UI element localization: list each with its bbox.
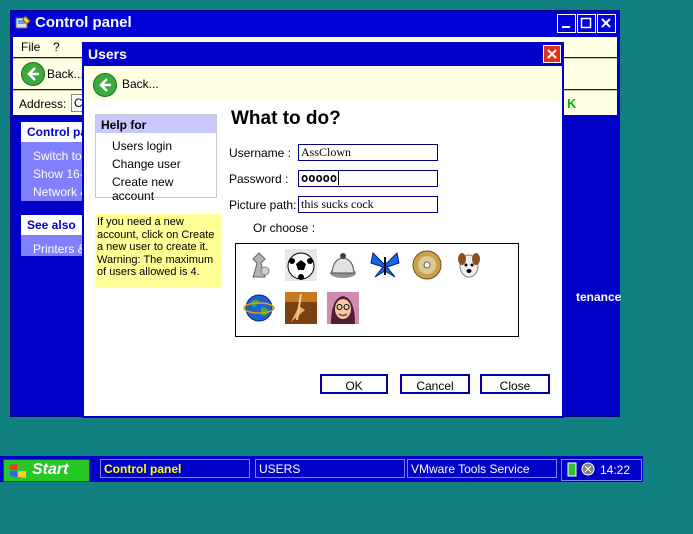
taskbar-item-control-panel[interactable]: Control panel	[100, 459, 250, 478]
help-title: Help for	[96, 115, 216, 133]
users-dialog: Users Back... Help for Users login Chang…	[82, 42, 564, 418]
picture-path-input[interactable]: this sucks cock	[298, 196, 438, 213]
taskbar: Start Control panel USERS VMware Tools S…	[0, 456, 643, 482]
maintenance-label[interactable]: tenance	[576, 290, 621, 304]
password-value: ooooo	[301, 171, 338, 185]
address-go-text[interactable]: K	[567, 96, 576, 111]
guitar-icon[interactable]	[285, 292, 317, 324]
close-icon	[601, 18, 611, 28]
maximize-button[interactable]	[577, 14, 596, 33]
users-back-button[interactable]: Back...	[122, 77, 159, 91]
woman-icon[interactable]	[327, 292, 359, 324]
change-user-link[interactable]: Change user	[112, 157, 181, 171]
menu-file[interactable]: File	[21, 40, 40, 54]
taskbar-item-users[interactable]: USERS	[255, 459, 405, 478]
taskbar-item-vmware[interactable]: VMware Tools Service	[407, 459, 557, 478]
soccer-ball-icon[interactable]	[285, 249, 317, 281]
back-button[interactable]: Back...	[47, 67, 84, 81]
users-close-button[interactable]	[543, 45, 561, 63]
create-account-link[interactable]: Create new account	[112, 175, 216, 203]
password-label: Password :	[229, 172, 289, 186]
globe-icon[interactable]	[243, 292, 275, 324]
butterfly-icon[interactable]	[369, 249, 401, 281]
bell-icon[interactable]	[327, 249, 359, 281]
battery-icon[interactable]	[567, 462, 577, 477]
back-arrow-icon[interactable]	[93, 73, 117, 97]
start-label: Start	[32, 461, 69, 478]
menu-help[interactable]: ?	[53, 40, 60, 54]
picture-chooser	[235, 243, 519, 337]
clock[interactable]: 14:22	[600, 463, 630, 477]
help-box: Help for Users login Change user Create …	[95, 114, 217, 203]
vmware-tools-icon[interactable]	[581, 462, 595, 476]
or-choose-label: Or choose :	[253, 221, 316, 235]
users-back-bar: Back...	[84, 66, 562, 102]
users-dialog-body: Back... Help for Users login Change user…	[84, 66, 562, 416]
cancel-button[interactable]: Cancel	[400, 374, 470, 394]
maximize-icon	[580, 17, 592, 29]
picture-path-label: Picture path:	[229, 198, 297, 212]
username-label: Username :	[229, 146, 292, 160]
minimize-button[interactable]	[557, 14, 576, 33]
control-panel-titlebar[interactable]: Control panel	[11, 11, 619, 35]
close-dialog-button[interactable]: Close	[480, 374, 550, 394]
users-title: Users	[88, 46, 127, 62]
close-icon	[547, 49, 557, 59]
start-button[interactable]: Start	[3, 459, 90, 482]
minimize-icon	[562, 26, 570, 28]
page-title: What to do?	[231, 108, 341, 129]
chess-piece-icon[interactable]	[243, 249, 275, 281]
windows-logo-icon	[10, 463, 26, 478]
ok-button[interactable]: OK	[320, 374, 388, 394]
password-input[interactable]: ooooo	[298, 170, 438, 187]
text-cursor	[338, 171, 340, 185]
username-input[interactable]: AssClown	[298, 144, 438, 161]
close-button[interactable]	[597, 14, 616, 33]
users-login-link[interactable]: Users login	[112, 139, 172, 153]
help-title-text: Help for	[101, 118, 147, 132]
control-panel-icon	[15, 15, 31, 29]
control-panel-title: Control panel	[35, 14, 132, 31]
back-arrow-icon[interactable]	[21, 62, 45, 86]
users-titlebar[interactable]: Users	[82, 42, 564, 66]
system-tray: 14:22	[561, 459, 642, 481]
warning-note: If you need a new account, click on Crea…	[95, 214, 221, 288]
dog-icon[interactable]	[453, 249, 485, 281]
address-label: Address:	[19, 97, 67, 111]
cd-icon[interactable]	[411, 249, 443, 281]
